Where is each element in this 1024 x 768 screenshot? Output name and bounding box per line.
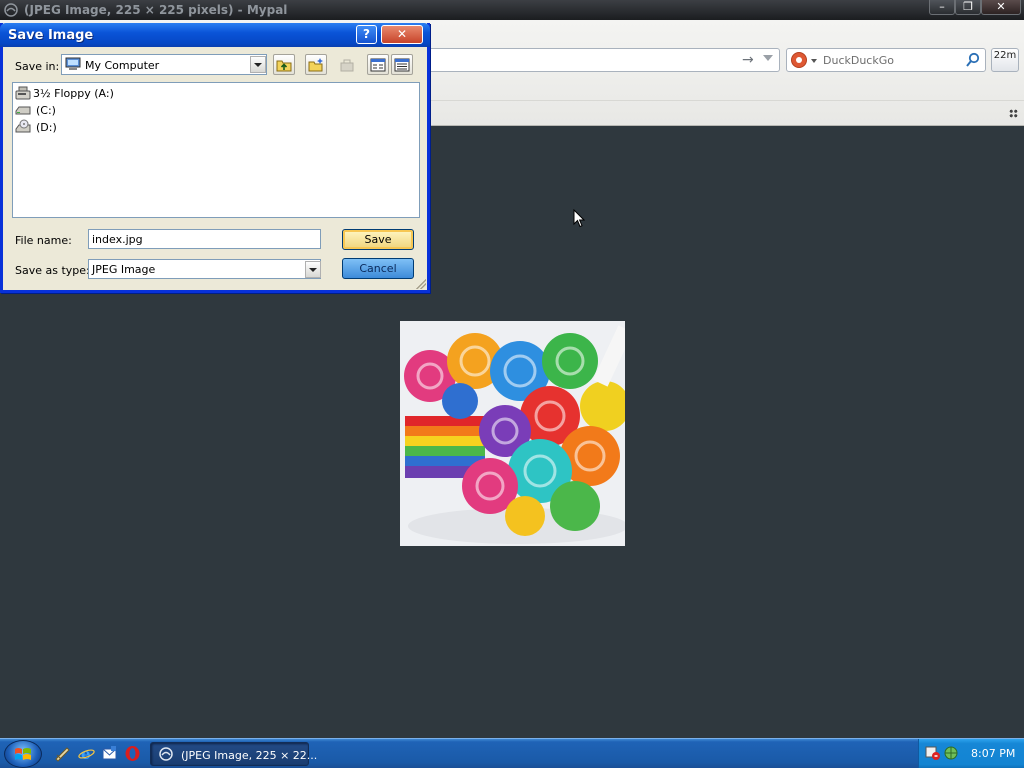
save-as-type-value: JPEG Image: [92, 263, 156, 276]
search-input[interactable]: DuckDuckGo: [823, 54, 894, 67]
desktop-button[interactable]: [336, 54, 358, 75]
save-in-value: My Computer: [85, 59, 160, 72]
computer-icon: [65, 57, 81, 70]
cd-drive-icon: [15, 119, 31, 133]
dialog-close-button[interactable]: ✕: [381, 25, 423, 44]
antivirus-icon[interactable]: [925, 745, 941, 761]
opera-icon[interactable]: [124, 745, 141, 762]
rainbow-cake-image: [400, 321, 625, 546]
file-name-input[interactable]: [88, 229, 321, 249]
windows-logo-icon: [15, 748, 31, 760]
resize-grip-icon[interactable]: [416, 279, 426, 289]
desktop-icon: [340, 59, 354, 72]
search-engine-dropdown-icon[interactable]: [811, 59, 817, 63]
file-item-label: (C:): [36, 104, 56, 117]
email-icon[interactable]: [101, 745, 118, 762]
new-folder-icon: [308, 58, 323, 72]
cancel-button[interactable]: Cancel: [342, 258, 414, 279]
search-bar[interactable]: DuckDuckGo: [786, 48, 986, 72]
addon-badge-button[interactable]: 22m: [991, 48, 1019, 72]
system-tray: 8:07 PM: [918, 739, 1024, 768]
url-history-dropdown-icon[interactable]: [763, 55, 773, 61]
save-button[interactable]: Save: [342, 229, 414, 250]
magnifier-icon[interactable]: [965, 52, 981, 68]
details-view-button[interactable]: [391, 54, 413, 75]
list-view-button[interactable]: [367, 54, 389, 75]
displayed-image: [400, 321, 625, 546]
mypal-icon: [4, 3, 18, 17]
hard-drive-icon: [15, 106, 31, 115]
clock: 8:07 PM: [971, 747, 1016, 760]
go-arrow-icon[interactable]: →: [742, 52, 754, 68]
grid-menu-icon[interactable]: [1009, 109, 1018, 118]
browser-titlebar: (JPEG Image, 225 × 225 pixels) - Mypal –…: [0, 0, 1024, 20]
mouse-cursor-icon: [573, 209, 585, 228]
duckduckgo-icon[interactable]: [791, 52, 807, 68]
chevron-down-icon[interactable]: [250, 56, 266, 73]
dialog-titlebar[interactable]: Save Image ? ✕: [0, 23, 430, 47]
maximize-button[interactable]: ❐: [955, 0, 981, 15]
save-as-type-select[interactable]: JPEG Image: [88, 259, 321, 279]
file-name-label: File name:: [15, 234, 72, 247]
start-button[interactable]: [4, 740, 42, 768]
dialog-title: Save Image: [8, 28, 94, 43]
list-view-icon: [370, 58, 386, 72]
media-icon[interactable]: [54, 745, 71, 762]
save-as-type-label: Save as type:: [15, 264, 90, 277]
file-item-label: (D:): [36, 121, 57, 134]
taskbar: e (JPEG Image, 225 × 22... 8:07 PM: [0, 738, 1024, 768]
taskbar-item-browser[interactable]: (JPEG Image, 225 × 22...: [150, 742, 317, 766]
chevron-down-icon[interactable]: [305, 261, 321, 278]
mypal-icon: [159, 747, 173, 761]
create-new-folder-button[interactable]: [305, 54, 327, 75]
floppy-drive-icon: [15, 86, 31, 100]
taskbar-item-label: (JPEG Image, 225 × 22...: [181, 749, 318, 762]
save-in-select[interactable]: My Computer: [61, 54, 267, 75]
save-image-dialog: Save Image ? ✕ Save in: My Computer 3½ F…: [0, 23, 430, 293]
help-button[interactable]: ?: [356, 25, 377, 44]
details-view-icon: [394, 58, 410, 72]
url-bar[interactable]: →: [430, 48, 780, 72]
folder-up-icon: [276, 60, 292, 72]
ie-icon[interactable]: e: [78, 745, 95, 762]
window-title: (JPEG Image, 225 × 225 pixels) - Mypal: [24, 3, 288, 17]
minimize-button[interactable]: –: [929, 0, 955, 15]
up-one-level-button[interactable]: [273, 54, 295, 75]
file-item-label: 3½ Floppy (A:): [33, 87, 114, 100]
svg-text:e: e: [81, 745, 91, 762]
save-in-label: Save in:: [15, 60, 60, 73]
file-list[interactable]: 3½ Floppy (A:) (C:) (D:): [12, 82, 420, 218]
network-icon[interactable]: [943, 745, 959, 761]
close-window-button[interactable]: ✕: [981, 0, 1021, 15]
